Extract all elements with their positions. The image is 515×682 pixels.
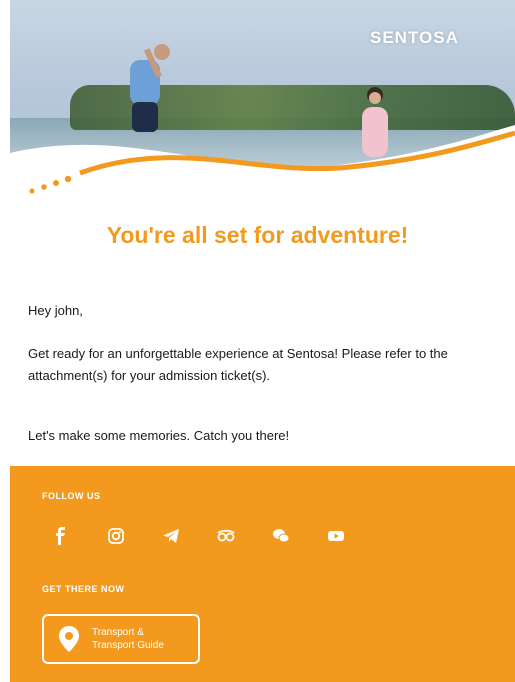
follow-us-label: FOLLOW US (42, 491, 101, 501)
message-text: Get ready for an unforgettable experienc… (28, 346, 448, 383)
tripadvisor-icon[interactable] (217, 524, 272, 548)
location-pin-icon (59, 626, 79, 652)
greeting-text: Hey john, (28, 303, 83, 318)
wechat-icon[interactable] (272, 524, 327, 548)
hero-wave-divider (10, 125, 515, 205)
transport-guide-button[interactable]: Transport & Transport Guide (42, 614, 200, 664)
youtube-icon[interactable] (327, 524, 382, 548)
closing-text: Let's make some memories. Catch you ther… (28, 428, 290, 443)
get-there-now-label: GET THERE NOW (42, 584, 125, 594)
hero-person-man (130, 44, 170, 132)
transport-guide-label: Transport & Transport Guide (92, 626, 164, 652)
telegram-icon[interactable] (162, 524, 217, 548)
social-links (52, 524, 382, 548)
instagram-icon[interactable] (107, 524, 162, 548)
sentosa-logo: SENTOSA (370, 28, 459, 47)
hero-banner: SENTOSA (10, 0, 515, 205)
facebook-icon[interactable] (52, 524, 107, 548)
page-title: You're all set for adventure! (106, 222, 409, 248)
footer: FOLLOW US GET THERE NOW Transport & Tran… (10, 466, 515, 682)
transport-guide-line1: Transport & (92, 627, 144, 638)
transport-guide-line2: Transport Guide (92, 640, 164, 651)
